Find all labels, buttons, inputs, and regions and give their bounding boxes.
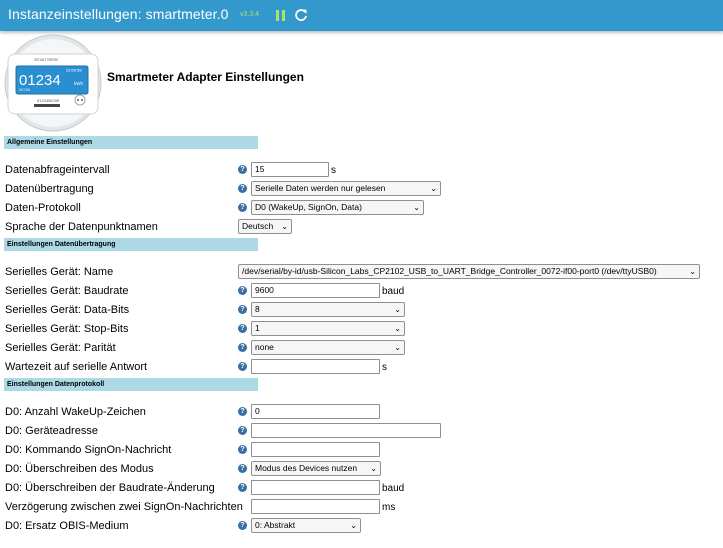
stopbits-select-value: 1 bbox=[255, 323, 260, 333]
wait-unit: s bbox=[382, 362, 387, 373]
delay-unit: ms bbox=[382, 502, 396, 513]
device-select-value: /dev/serial/by-id/usb-Silicon_Labs_CP210… bbox=[242, 266, 657, 276]
section-transfer-header: Einstellungen Datenübertragung bbox=[4, 238, 258, 251]
help-icon[interactable]: ? bbox=[238, 464, 247, 473]
wakeup-input[interactable]: 0 bbox=[251, 404, 380, 419]
stopbits-label: Serielles Gerät: Stop-Bits bbox=[5, 323, 129, 335]
language-select-value: Deutsch bbox=[242, 221, 274, 231]
language-select[interactable]: Deutsch ⌄ bbox=[238, 219, 292, 234]
protocol-select-value: D0 (WakeUp, SignOn, Data) bbox=[255, 202, 362, 212]
chevron-down-icon: ⌄ bbox=[281, 222, 288, 231]
help-icon[interactable]: ? bbox=[238, 362, 247, 371]
wait-label: Wartezeit auf serielle Antwort bbox=[5, 361, 148, 373]
baudchange-input[interactable] bbox=[251, 480, 380, 495]
logo-brand: Smart Meter bbox=[34, 57, 59, 62]
language-label: Sprache der Datenpunktnamen bbox=[5, 221, 158, 233]
refresh-icon[interactable] bbox=[294, 7, 308, 23]
mode-select-value: Modus des Devices nutzen bbox=[255, 463, 358, 473]
wait-input[interactable] bbox=[251, 359, 380, 374]
logo-small-number: 56789 bbox=[19, 87, 31, 92]
wakeup-label: D0: Anzahl WakeUp-Zeichen bbox=[5, 406, 146, 418]
chevron-down-icon: ⌄ bbox=[430, 184, 437, 193]
obis-select[interactable]: 0: Abstrakt ⌄ bbox=[251, 518, 361, 533]
logo-time: 23:59:58 bbox=[66, 68, 82, 73]
help-icon[interactable]: ? bbox=[238, 305, 247, 314]
help-icon[interactable]: ? bbox=[238, 407, 247, 416]
window-title: Instanzeinstellungen: smartmeter.0 bbox=[8, 6, 229, 22]
help-icon[interactable]: ? bbox=[238, 286, 247, 295]
delay-input[interactable] bbox=[251, 499, 380, 514]
help-icon[interactable]: ? bbox=[238, 203, 247, 212]
logo-unit: kWh bbox=[74, 81, 83, 86]
version-label: v3.3.4 bbox=[240, 11, 260, 18]
delay-label: Verzögerung zwischen zwei SignOn-Nachric… bbox=[5, 501, 243, 513]
page-title: Smartmeter Adapter Einstellungen bbox=[107, 70, 304, 84]
obis-select-value: 0: Abstrakt bbox=[255, 520, 296, 530]
smartmeter-logo: Smart Meter 01234 kWh 23:59:58 56789 012… bbox=[4, 34, 102, 132]
chevron-down-icon: ⌄ bbox=[394, 343, 401, 352]
transfer-select-value: Serielle Daten werden nur gelesen bbox=[255, 183, 386, 193]
help-icon[interactable]: ? bbox=[238, 521, 247, 530]
databits-label: Serielles Gerät: Data-Bits bbox=[5, 304, 130, 316]
title-bar: Instanzeinstellungen: smartmeter.0 v3.3.… bbox=[0, 0, 723, 31]
device-select[interactable]: /dev/serial/by-id/usb-Silicon_Labs_CP210… bbox=[238, 264, 700, 279]
interval-input[interactable]: 15 bbox=[251, 162, 329, 177]
databits-select-value: 8 bbox=[255, 304, 260, 314]
baudchange-label: D0: Überschreiben der Baudrate-Änderung bbox=[5, 482, 215, 494]
logo-serial: 0123456789 bbox=[37, 98, 60, 103]
signon-label: D0: Kommando SignOn-Nachricht bbox=[5, 444, 172, 456]
baud-label: Serielles Gerät: Baudrate bbox=[5, 285, 129, 297]
databits-select[interactable]: 8 ⌄ bbox=[251, 302, 405, 317]
parity-select-value: none bbox=[255, 342, 274, 352]
chevron-down-icon: ⌄ bbox=[413, 203, 420, 212]
interval-unit: s bbox=[331, 165, 336, 176]
address-label: D0: Geräteadresse bbox=[5, 425, 98, 437]
section-protocol-header: Einstellungen Datenprotokoll bbox=[4, 378, 258, 391]
baudchange-unit: baud bbox=[382, 483, 405, 494]
obis-label: D0: Ersatz OBIS-Medium bbox=[5, 520, 129, 532]
mode-label: D0: Überschreiben des Modus bbox=[5, 463, 154, 475]
mode-select[interactable]: Modus des Devices nutzen ⌄ bbox=[251, 461, 381, 476]
baud-unit: baud bbox=[382, 286, 405, 297]
transfer-label: Datenübertragung bbox=[5, 183, 94, 195]
chevron-down-icon: ⌄ bbox=[689, 267, 696, 276]
device-label: Serielles Gerät: Name bbox=[5, 266, 114, 278]
help-icon[interactable]: ? bbox=[238, 445, 247, 454]
stopbits-select[interactable]: 1 ⌄ bbox=[251, 321, 405, 336]
parity-select[interactable]: none ⌄ bbox=[251, 340, 405, 355]
help-icon[interactable]: ? bbox=[238, 324, 247, 333]
help-icon[interactable]: ? bbox=[238, 165, 247, 174]
transfer-select[interactable]: Serielle Daten werden nur gelesen ⌄ bbox=[251, 181, 441, 196]
protocol-select[interactable]: D0 (WakeUp, SignOn, Data) ⌄ bbox=[251, 200, 424, 215]
help-icon[interactable]: ? bbox=[238, 343, 247, 352]
pause-icon[interactable] bbox=[276, 10, 285, 21]
chevron-down-icon: ⌄ bbox=[394, 324, 401, 333]
signon-input[interactable] bbox=[251, 442, 380, 457]
help-icon[interactable]: ? bbox=[238, 184, 247, 193]
baud-input[interactable]: 9600 bbox=[251, 283, 380, 298]
chevron-down-icon: ⌄ bbox=[370, 464, 377, 473]
section-general-header: Allgemeine Einstellungen bbox=[4, 136, 258, 149]
parity-label: Serielles Gerät: Parität bbox=[5, 342, 116, 354]
interval-label: Datenabfrageintervall bbox=[5, 164, 110, 176]
address-input[interactable] bbox=[251, 423, 441, 438]
help-icon[interactable]: ? bbox=[238, 483, 247, 492]
chevron-down-icon: ⌄ bbox=[394, 305, 401, 314]
chevron-down-icon: ⌄ bbox=[350, 521, 357, 530]
help-icon[interactable]: ? bbox=[238, 426, 247, 435]
protocol-label: Daten-Protokoll bbox=[5, 202, 81, 214]
